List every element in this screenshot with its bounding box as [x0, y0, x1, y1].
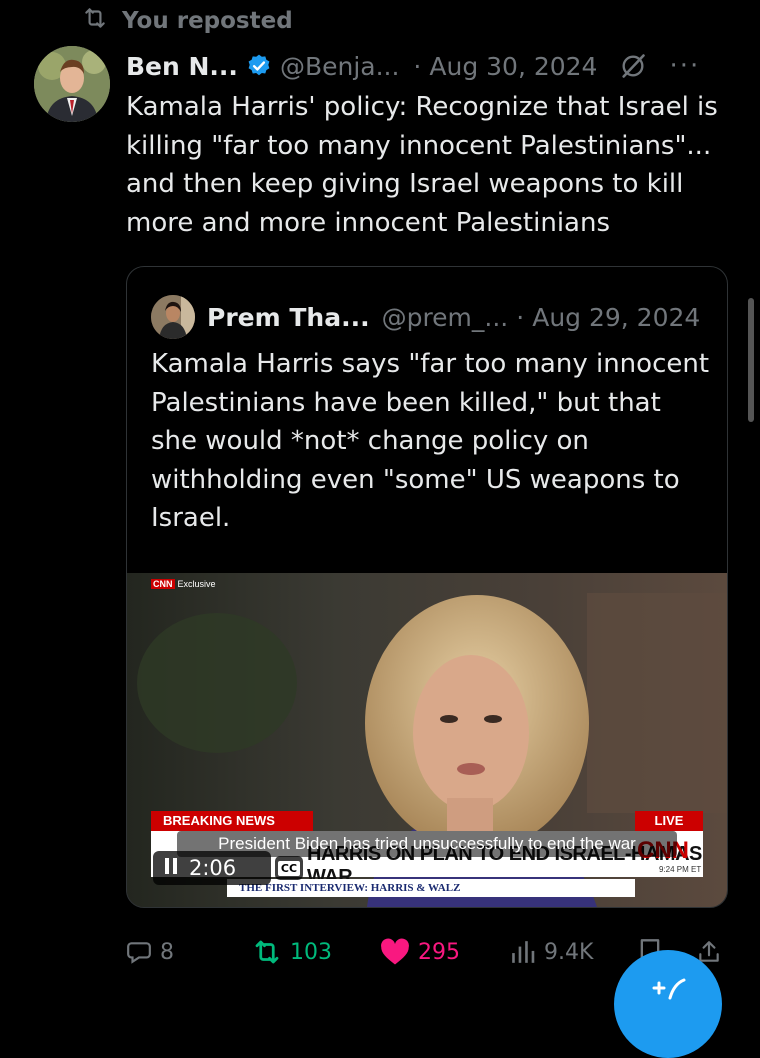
captions-button[interactable]: CC: [275, 856, 303, 880]
views-button[interactable]: 9.4K: [510, 930, 593, 974]
quoted-post-card[interactable]: Prem Tha... @prem_... · Aug 29, 2024 Kam…: [126, 266, 728, 908]
quoted-author-handle[interactable]: @prem_...: [382, 303, 509, 332]
cnn-exclusive-label: Exclusive: [177, 579, 216, 589]
reply-count: 8: [160, 939, 174, 965]
heart-icon: [381, 938, 409, 965]
repost-button[interactable]: 103: [252, 930, 332, 974]
quoted-post-date[interactable]: Aug 29, 2024: [532, 303, 700, 332]
author-avatar[interactable]: [34, 46, 110, 122]
views-icon: [512, 941, 535, 963]
like-button[interactable]: 295: [380, 930, 460, 974]
grok-icon[interactable]: [619, 52, 647, 80]
post-date[interactable]: Aug 30, 2024: [429, 52, 597, 81]
repost-indicator: You reposted: [82, 6, 293, 36]
post-text: Kamala Harris' policy: Recognize that Is…: [126, 92, 718, 238]
author-name[interactable]: Ben N...: [126, 52, 238, 81]
views-count: 9.4K: [544, 939, 594, 965]
broadcast-time: 9:24 PM ET: [659, 865, 702, 874]
repost-label: You reposted: [122, 8, 293, 34]
cnn-exclusive-logo: CNN: [151, 579, 175, 589]
compose-post-button[interactable]: [614, 950, 722, 1058]
video-duration: 2:06: [189, 856, 237, 880]
compose-icon: [652, 978, 686, 1000]
cc-icon: CC: [277, 860, 301, 876]
like-count: 295: [418, 939, 460, 965]
more-options-icon[interactable]: ···: [669, 51, 700, 81]
repost-action-icon: [255, 940, 279, 964]
separator-dot: ·: [516, 302, 525, 332]
author-handle[interactable]: @Benja...: [280, 52, 399, 81]
repost-count: 103: [290, 939, 332, 965]
video-player[interactable]: CNNExclusive BREAKING NEWS LIVE HARRIS O…: [127, 573, 727, 907]
post-header: Ben N... @Benja... · Aug 30, 2024 ···: [126, 46, 740, 86]
live-label: LIVE: [635, 811, 703, 831]
quoted-post-text: Kamala Harris says "far too many innocen…: [151, 349, 710, 533]
repost-icon: [82, 7, 108, 35]
quoted-author-avatar[interactable]: [151, 295, 195, 339]
video-controls[interactable]: 2:06: [153, 851, 271, 885]
scrollbar[interactable]: [748, 298, 754, 422]
verified-badge-icon: [246, 53, 272, 79]
reply-button[interactable]: 8: [126, 930, 174, 974]
cnn-exclusive-tag: CNN Exclusive: [151, 579, 216, 589]
quoted-post-header: Prem Tha... @prem_... · Aug 29, 2024: [207, 297, 700, 337]
pause-icon[interactable]: [163, 856, 179, 881]
breaking-news-label: BREAKING NEWS: [151, 811, 313, 831]
news-ticker: THE FIRST INTERVIEW: HARRIS & WALZ: [227, 879, 635, 897]
separator-dot: ·: [413, 51, 422, 81]
quoted-author-name[interactable]: Prem Tha...: [207, 303, 370, 332]
reply-icon: [127, 942, 151, 964]
